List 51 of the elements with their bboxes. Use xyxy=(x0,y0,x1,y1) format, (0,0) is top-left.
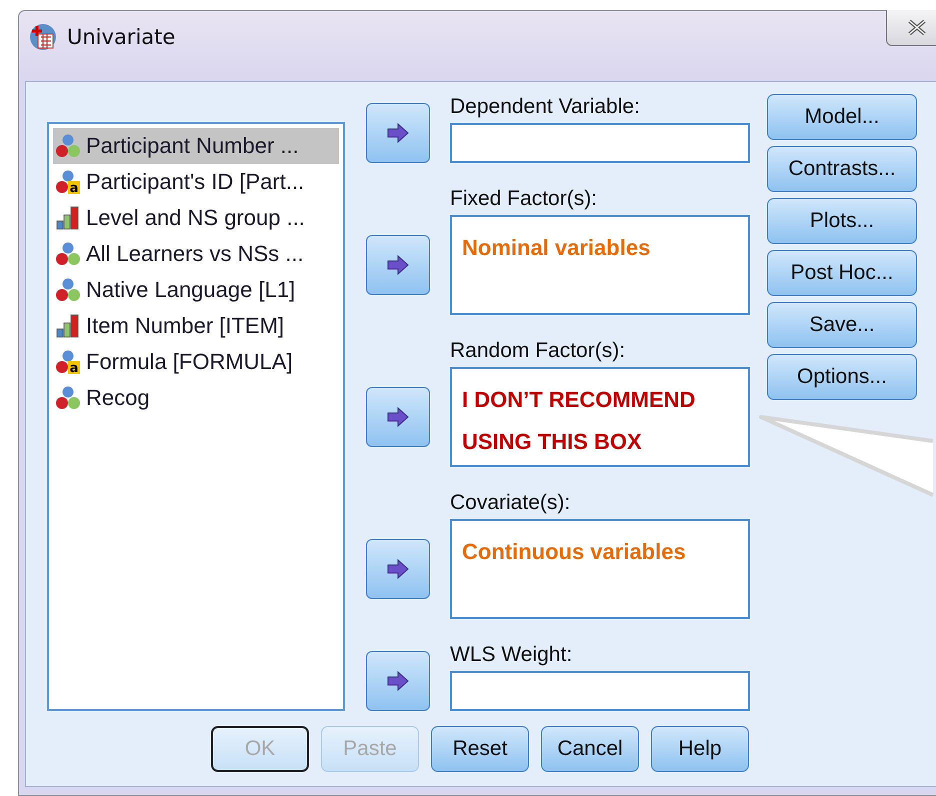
annotation-text: Continuous variables xyxy=(462,538,687,566)
dialog-button[interactable]: Save... xyxy=(767,302,917,348)
field-label: Covariate(s): xyxy=(450,490,572,516)
variable-item[interactable]: Native Language [L1] xyxy=(53,272,339,308)
field-label: Dependent Variable: xyxy=(450,94,641,120)
variable-item[interactable]: Level and NS group ... xyxy=(53,200,339,236)
dialog-button: OK xyxy=(211,726,309,772)
three-circles-icon xyxy=(56,278,80,302)
arrow-icon xyxy=(386,255,410,275)
dialog-button[interactable]: Options... xyxy=(767,354,917,400)
three-circles-icon xyxy=(56,386,80,410)
variable-item[interactable]: Recog xyxy=(53,380,339,416)
move-button[interactable] xyxy=(366,539,430,599)
move-button[interactable] xyxy=(366,651,430,711)
arrow-icon xyxy=(386,559,410,579)
field-label: Fixed Factor(s): xyxy=(450,186,598,212)
variable-item[interactable]: Participant Number ... xyxy=(53,128,339,164)
variable-item[interactable]: a Formula [FORMULA] xyxy=(53,344,339,380)
dialog-button[interactable]: Contrasts... xyxy=(767,146,917,192)
three-circles-icon xyxy=(56,134,80,158)
move-button[interactable] xyxy=(366,235,430,295)
move-button[interactable] xyxy=(366,103,430,163)
dialog-button: Paste xyxy=(321,726,419,772)
bar-chart-icon xyxy=(56,314,80,338)
variable-list[interactable]: Participant Number ... a Participant's ID [Part... Level and NS group ... All Learners vs NSs ... Native Language [L1] Item Number [ITEM] a Formula [FORMULA] Recog xyxy=(47,122,345,711)
dialog-button[interactable]: Post Hoc... xyxy=(767,250,917,296)
arrow-icon xyxy=(386,671,410,691)
variable-item[interactable]: Item Number [ITEM] xyxy=(53,308,339,344)
dialog-button[interactable]: Plots... xyxy=(767,198,917,244)
annotation-text: Nominal variables xyxy=(462,234,652,262)
arrow-icon xyxy=(386,407,410,427)
variable-item[interactable]: All Learners vs NSs ... xyxy=(53,236,339,272)
close-icon xyxy=(906,19,928,36)
three-circles-icon xyxy=(56,242,80,266)
dialog-button[interactable]: Cancel xyxy=(541,726,639,772)
move-button[interactable] xyxy=(366,387,430,447)
app-icon xyxy=(29,23,57,51)
input-field[interactable] xyxy=(450,123,750,163)
dialog-button[interactable]: Reset xyxy=(431,726,529,772)
dialog-button[interactable]: Model... xyxy=(767,94,917,140)
list-field[interactable]: I DON’T RECOMMEND USING THIS BOX xyxy=(450,367,750,467)
arrow-icon xyxy=(386,123,410,143)
annotation-text: I DON’T RECOMMEND USING THIS BOX xyxy=(462,386,696,456)
close-button[interactable] xyxy=(886,10,936,46)
input-field[interactable] xyxy=(450,671,750,711)
bar-chart-icon xyxy=(56,206,80,230)
dialog-button[interactable]: Help xyxy=(651,726,749,772)
field-label: Random Factor(s): xyxy=(450,338,626,364)
variable-item[interactable]: a Participant's ID [Part... xyxy=(53,164,339,200)
window-title: Univariate xyxy=(67,24,176,51)
field-label: WLS Weight: xyxy=(450,642,574,668)
